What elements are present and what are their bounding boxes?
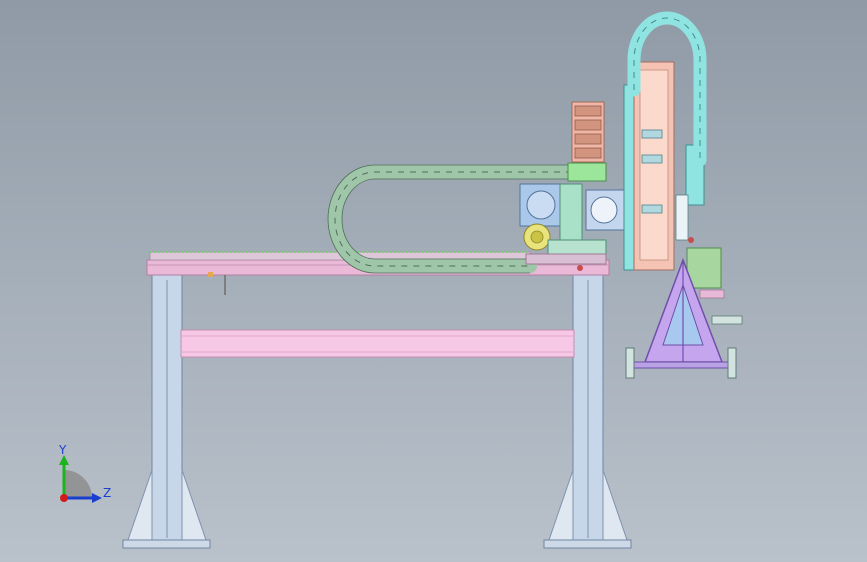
x-axis-origin <box>60 494 68 502</box>
left-support-leg[interactable] <box>122 274 211 549</box>
y-axis-label: Y <box>58 443 67 457</box>
cross-beam[interactable] <box>180 329 575 358</box>
cad-viewport[interactable]: Y Z <box>0 0 867 562</box>
z-axis-label: Z <box>103 486 111 500</box>
triad-quadrant <box>64 470 92 498</box>
right-support-leg[interactable] <box>543 274 632 549</box>
coordinate-triad: Y Z <box>58 443 111 503</box>
carriage-assembly[interactable] <box>519 101 625 271</box>
